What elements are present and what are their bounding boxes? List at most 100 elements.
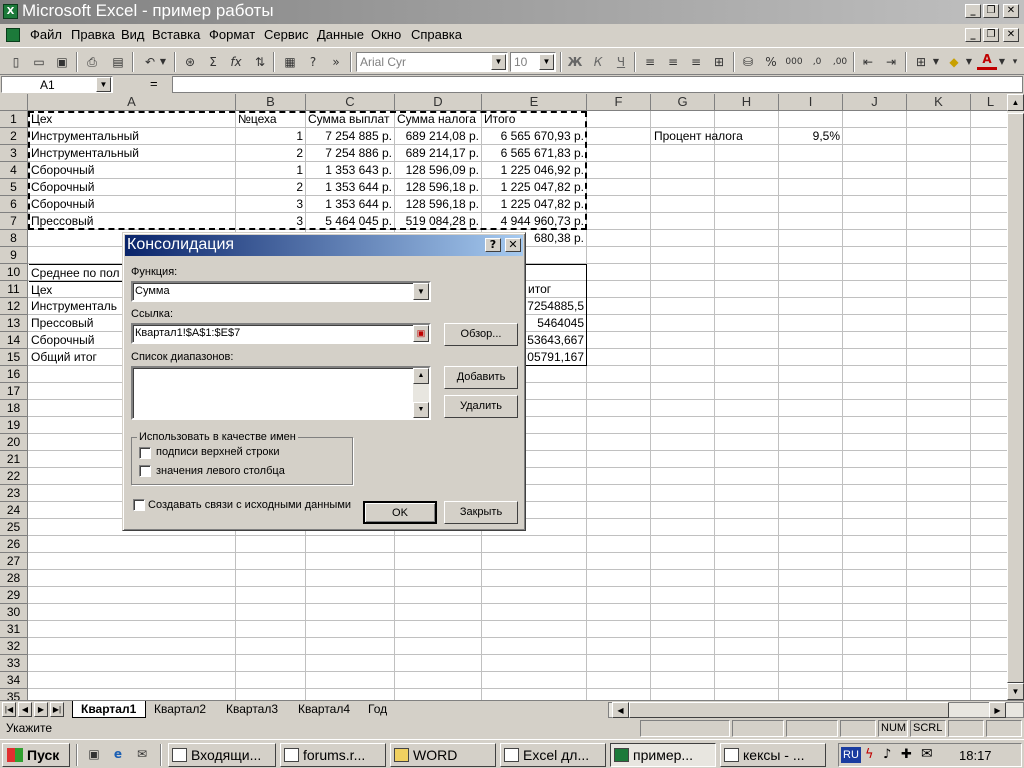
menu-insert[interactable]: Вставка <box>152 27 200 42</box>
column-header[interactable]: E <box>482 94 587 111</box>
tab-kvartal3[interactable]: Квартал3 <box>222 701 288 718</box>
chevron-down-icon[interactable]: ▼ <box>539 54 554 70</box>
desktop-icon[interactable]: ▣ <box>84 744 104 764</box>
row-header[interactable]: 22 <box>0 468 28 485</box>
column-header[interactable]: D <box>395 94 482 111</box>
tab-kvartal4[interactable]: Квартал4 <box>294 701 360 718</box>
decrease-indent-icon[interactable]: ⇤ <box>858 52 878 72</box>
font-combo[interactable]: Arial Cyr ▼ <box>356 52 508 72</box>
row-header[interactable]: 35 <box>0 689 28 700</box>
column-header[interactable]: L <box>971 94 1007 111</box>
column-header[interactable]: G <box>651 94 715 111</box>
close-button[interactable]: ✕ <box>1003 4 1019 18</box>
more-icon[interactable]: » <box>330 52 342 72</box>
equals-sign[interactable]: = <box>150 76 158 91</box>
collapse-dialog-icon[interactable]: ▣ <box>413 325 429 342</box>
chart-icon[interactable]: ▦ <box>280 52 300 72</box>
align-left-icon[interactable]: ≡ <box>640 52 660 72</box>
ok-button[interactable]: OK <box>363 501 437 524</box>
row-header[interactable]: 32 <box>0 638 28 655</box>
chevron-down-icon[interactable]: ▼ <box>96 77 111 92</box>
start-button[interactable]: Пуск <box>2 743 70 767</box>
decrease-decimal-button[interactable]: ,00 <box>830 52 850 72</box>
chevron-down-icon[interactable]: ▼ <box>931 52 941 72</box>
task-forums[interactable]: forums.r... <box>280 743 386 767</box>
left-column-checkbox[interactable] <box>139 465 151 477</box>
paste-icon[interactable]: ▤ <box>108 52 128 72</box>
restore-button[interactable]: ❐ <box>983 4 999 18</box>
column-header[interactable]: K <box>907 94 971 111</box>
add-button[interactable]: Добавить <box>444 366 518 389</box>
row-header[interactable]: 12 <box>0 298 28 315</box>
menu-help[interactable]: Справка <box>411 27 462 42</box>
row-header[interactable]: 5 <box>0 179 28 196</box>
scroll-down-icon[interactable]: ▼ <box>413 402 429 418</box>
menu-format[interactable]: Формат <box>209 27 255 42</box>
chevron-down-icon[interactable]: ▼ <box>997 52 1007 72</box>
create-links-checkbox[interactable] <box>133 499 145 511</box>
minimize-button[interactable]: _ <box>965 4 981 18</box>
window-title-bar[interactable]: X Microsoft Excel - пример работы _ ❐ ✕ <box>0 0 1024 24</box>
increase-indent-icon[interactable]: ⇥ <box>881 52 901 72</box>
tab-kvartal2[interactable]: Квартал2 <box>150 701 216 718</box>
column-header[interactable]: A <box>28 94 236 111</box>
menu-edit[interactable]: Правка <box>71 27 115 42</box>
row-header[interactable]: 18 <box>0 400 28 417</box>
task-keksy[interactable]: кексы - ... <box>720 743 826 767</box>
column-header[interactable]: J <box>843 94 907 111</box>
scroll-up-icon[interactable]: ▲ <box>1007 94 1024 111</box>
help-button[interactable]: ? <box>485 238 501 252</box>
save-icon[interactable]: ▣ <box>52 52 72 72</box>
row-header[interactable]: 3 <box>0 145 28 162</box>
doc-close-button[interactable]: ✕ <box>1003 28 1019 42</box>
speaker-icon[interactable]: ♪ <box>883 747 891 762</box>
row-header[interactable]: 34 <box>0 672 28 689</box>
thousands-button[interactable]: 000 <box>784 52 804 72</box>
chevron-down-icon[interactable]: ▼ <box>413 283 429 300</box>
row-header[interactable]: 33 <box>0 655 28 672</box>
column-header[interactable]: C <box>306 94 395 111</box>
first-sheet-icon[interactable]: |◀ <box>2 702 16 717</box>
row-header[interactable]: 20 <box>0 434 28 451</box>
formula-input[interactable] <box>172 76 1023 93</box>
row-header[interactable]: 4 <box>0 162 28 179</box>
autosum-icon[interactable]: Σ <box>203 52 223 72</box>
tab-god[interactable]: Год <box>366 701 400 718</box>
cell-i2[interactable]: 9,5% <box>779 128 842 145</box>
last-sheet-icon[interactable]: ▶| <box>50 702 64 717</box>
chevron-down-icon[interactable]: ▼ <box>491 54 506 70</box>
scroll-left-icon[interactable]: ◀ <box>612 702 629 718</box>
row-header[interactable]: 10 <box>0 264 28 281</box>
function-icon[interactable]: fx <box>226 52 246 72</box>
chevron-down-icon[interactable]: ▼ <box>964 52 974 72</box>
cell-g2[interactable]: Процент налога <box>652 128 778 145</box>
select-all-corner[interactable] <box>0 94 28 111</box>
dialog-title-bar[interactable]: Консолидация ? ✕ <box>125 235 523 256</box>
row-header[interactable]: 7 <box>0 213 28 230</box>
menu-view[interactable]: Вид <box>121 27 145 42</box>
ranges-scrollbar[interactable]: ▲ ▼ <box>413 368 429 418</box>
row-header[interactable]: 16 <box>0 366 28 383</box>
row-header[interactable]: 21 <box>0 451 28 468</box>
row-header[interactable]: 14 <box>0 332 28 349</box>
task-word-folder[interactable]: WORD <box>390 743 496 767</box>
language-indicator[interactable]: RU <box>841 747 861 763</box>
row-header[interactable]: 11 <box>0 281 28 298</box>
row-header[interactable]: 6 <box>0 196 28 213</box>
reference-input[interactable]: Квартал1!$A$1:$E$7 ▣ <box>131 323 431 344</box>
function-select[interactable]: Сумма ▼ <box>131 281 431 302</box>
vertical-scrollbar[interactable]: ▲ ▼ <box>1007 94 1024 700</box>
menu-tools[interactable]: Сервис <box>264 27 309 42</box>
bold-button[interactable]: Ж <box>565 52 585 72</box>
dialog-close-button[interactable]: ✕ <box>505 238 521 252</box>
percent-button[interactable]: % <box>761 52 781 72</box>
row-header[interactable]: 27 <box>0 553 28 570</box>
task-primer[interactable]: пример... <box>610 743 716 767</box>
undo-dropdown-icon[interactable]: ▼ <box>158 52 168 72</box>
mail-icon[interactable]: ✉ <box>921 746 933 762</box>
row-header[interactable]: 30 <box>0 604 28 621</box>
underline-button[interactable]: Ч <box>611 52 631 72</box>
row-header[interactable]: 19 <box>0 417 28 434</box>
browse-button[interactable]: Обзор... <box>444 323 518 346</box>
row-header[interactable]: 17 <box>0 383 28 400</box>
